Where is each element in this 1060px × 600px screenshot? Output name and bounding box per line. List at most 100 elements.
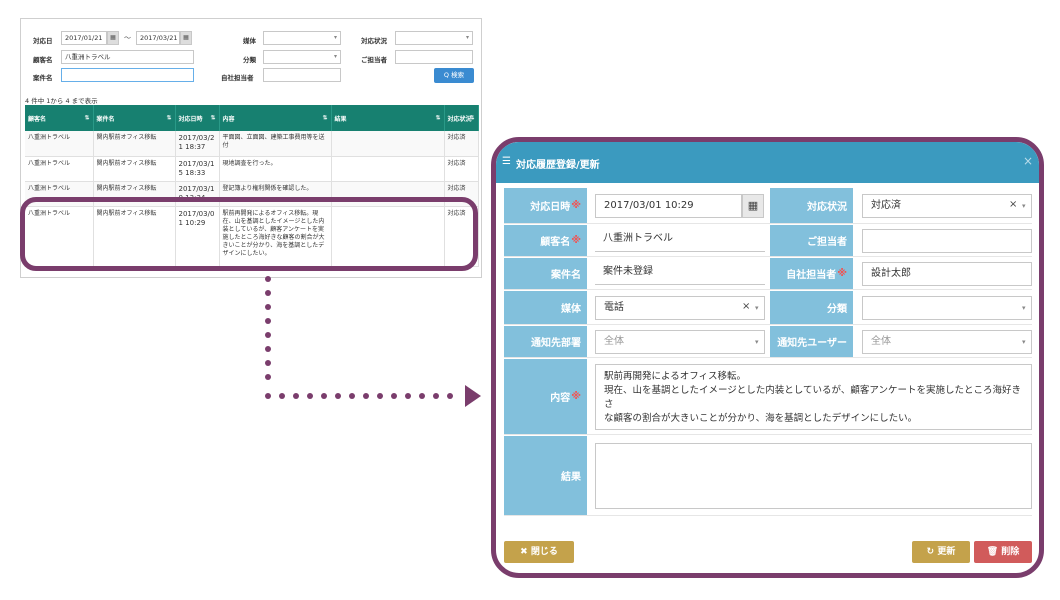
arrow-head-icon [465, 385, 481, 407]
delete-button[interactable]: 🗑 削除 [974, 541, 1032, 563]
notify-dept-label: 通知先部署 [504, 326, 587, 357]
case-label: 案件名 [33, 74, 53, 82]
cell-datetime: 2017/03/2 1 18:37 [175, 131, 220, 157]
update-button[interactable]: ↻ 更新 [912, 541, 970, 563]
sort-icon[interactable]: ⇅ [322, 115, 327, 122]
table-header-row: 顧客名 ⇅ 案件名 ⇅ 対応日時 ⇅ 内容 ⇅ 結果 ⇅ 対応状況 ⇅ [25, 105, 479, 131]
form-row: 結果 [504, 436, 1032, 516]
list-icon: ☰ [502, 156, 511, 167]
edit-history-modal: ☰ 対応履歴登録/更新 × 対応日時 ※ 2017/03/01 10:29 ▦ 対… [491, 137, 1044, 578]
cell-status: 対応済 [444, 156, 479, 182]
form-row: 通知先部署 全体 ▾ 通知先ユーザー 全体 ▾ [504, 326, 1032, 358]
case-label: 案件名 [504, 258, 587, 289]
sort-icon[interactable]: ⇅ [84, 115, 89, 122]
case-input[interactable] [61, 68, 194, 82]
cell-result [331, 156, 445, 182]
contact-input[interactable] [395, 50, 473, 64]
status-label: 対応状況 [361, 37, 387, 45]
content-textarea[interactable]: 駅前再開発によるオフィス移転。 現在、山を基調としたイメージとした内装としている… [595, 364, 1032, 430]
staff-input[interactable] [263, 68, 341, 82]
close-button[interactable]: ✖ 閉じる [504, 541, 574, 563]
chevron-down-icon[interactable]: ▾ [755, 304, 759, 312]
result-label: 結果 [504, 436, 587, 515]
calendar-icon[interactable]: ▦ [180, 31, 192, 45]
staff-label: 自社担当者 [221, 74, 254, 82]
cell-case: 関内駅前オフィス移転 [93, 131, 176, 157]
client-input[interactable]: 八重洲トラベル [61, 50, 194, 64]
date-separator: 〜 [124, 34, 131, 42]
contact-label: ご担当者 [361, 56, 387, 64]
clear-icon[interactable]: × [1009, 199, 1017, 210]
cell-content: 現地調査を行った。 [219, 156, 332, 182]
calendar-icon[interactable]: ▦ [107, 31, 119, 45]
table-row[interactable]: 八重洲トラベル 関内駅前オフィス移転 2017/03/1 5 18:33 現地調… [25, 156, 479, 182]
notify-dept-select[interactable]: 全体 [595, 330, 765, 354]
datetime-input[interactable]: 2017/03/01 10:29 [595, 194, 742, 218]
client-label: 顧客名 [33, 56, 53, 64]
chevron-down-icon[interactable]: ▾ [1022, 304, 1026, 312]
category-label: 分類 [243, 56, 256, 64]
sort-icon[interactable]: ⇅ [469, 115, 474, 122]
content-line: 駅前再開発によるオフィス移転。 [604, 371, 747, 382]
close-icon[interactable]: × [1023, 154, 1033, 168]
result-count: 4 件中 1から 4 まで表示 [25, 97, 98, 105]
column-header[interactable]: 対応状況 ⇅ [444, 105, 479, 131]
column-header[interactable]: 対応日時 ⇅ [175, 105, 220, 131]
medium-select[interactable] [263, 31, 341, 45]
date-from-input[interactable]: 2017/01/21 [61, 31, 107, 45]
column-header[interactable]: 顧客名 ⇅ [25, 105, 94, 131]
table-row[interactable]: 八重洲トラベル 関内駅前オフィス移転 2017/03/2 1 18:37 平面図… [25, 131, 479, 157]
cell-case: 関内駅前オフィス移転 [93, 156, 176, 182]
cell-client: 八重洲トラベル [25, 131, 94, 157]
column-header[interactable]: 結果 ⇅ [331, 105, 445, 131]
content-line: な顧客の割合が大きいことが分かり、海を基調としたデザインにしたい。 [604, 413, 918, 424]
case-input[interactable]: 案件未登録 [595, 261, 765, 285]
result-textarea[interactable] [595, 443, 1032, 509]
date-label: 対応日 [33, 37, 53, 45]
contact-label: ご担当者 [770, 225, 853, 256]
category-select[interactable] [862, 296, 1032, 320]
content-line: 現在、山を基調としたイメージとした内装としているが、顧客アンケートを実施したとこ… [604, 385, 1021, 410]
content-label: 内容 ※ [504, 359, 587, 434]
sort-icon[interactable]: ⇅ [210, 115, 215, 122]
search-button[interactable]: Q 検索 [434, 68, 474, 83]
status-select[interactable] [395, 31, 473, 45]
client-label: 顧客名 ※ [504, 225, 587, 256]
notify-user-label: 通知先ユーザー [770, 326, 853, 357]
client-input[interactable]: 八重洲トラベル [595, 228, 765, 252]
form-row: 対応日時 ※ 2017/03/01 10:29 ▦ 対応状況 対応済 × ▾ [504, 188, 1032, 224]
modal-title: 対応履歴登録/更新 [516, 160, 600, 171]
sort-icon[interactable]: ⇅ [166, 115, 171, 122]
chevron-down-icon[interactable]: ▾ [755, 338, 759, 346]
cell-client: 八重洲トラベル [25, 156, 94, 182]
category-select[interactable] [263, 50, 341, 64]
form-row: 媒体 電話 × ▾ 分類 ▾ [504, 291, 1032, 325]
notify-user-select[interactable]: 全体 [862, 330, 1032, 354]
category-label: 分類 [770, 291, 853, 324]
date-to-input[interactable]: 2017/03/21 [136, 31, 180, 45]
chevron-down-icon[interactable]: ▾ [1022, 202, 1026, 210]
medium-label: 媒体 [504, 291, 587, 324]
sort-icon[interactable]: ⇅ [435, 115, 440, 122]
column-header[interactable]: 案件名 ⇅ [93, 105, 176, 131]
cell-content: 平面図、立面図、建築工事費用等を送付 [219, 131, 332, 157]
cell-result [331, 131, 445, 157]
column-header[interactable]: 内容 ⇅ [219, 105, 332, 131]
cell-datetime: 2017/03/1 5 18:33 [175, 156, 220, 182]
medium-select[interactable]: 電話 [595, 296, 765, 320]
modal-header: ☰ 対応履歴登録/更新 × [496, 142, 1039, 183]
selected-row-highlight [20, 197, 478, 271]
staff-input[interactable]: 設計太郎 [862, 262, 1032, 286]
status-select[interactable]: 対応済 [862, 194, 1032, 218]
contact-input[interactable] [862, 229, 1032, 253]
form-row: 内容 ※ 駅前再開発によるオフィス移転。 現在、山を基調としたイメージとした内装と… [504, 359, 1032, 435]
clear-icon[interactable]: × [742, 301, 750, 312]
status-label: 対応状況 [770, 188, 853, 223]
form-row: 案件名 案件未登録 自社担当者 ※ 設計太郎 [504, 258, 1032, 290]
staff-label: 自社担当者 ※ [770, 258, 853, 289]
datetime-label: 対応日時 ※ [504, 188, 587, 223]
chevron-down-icon[interactable]: ▾ [1022, 338, 1026, 346]
cell-status: 対応済 [444, 131, 479, 157]
calendar-icon[interactable]: ▦ [742, 194, 764, 218]
form-row: 顧客名 ※ 八重洲トラベル ご担当者 [504, 225, 1032, 257]
